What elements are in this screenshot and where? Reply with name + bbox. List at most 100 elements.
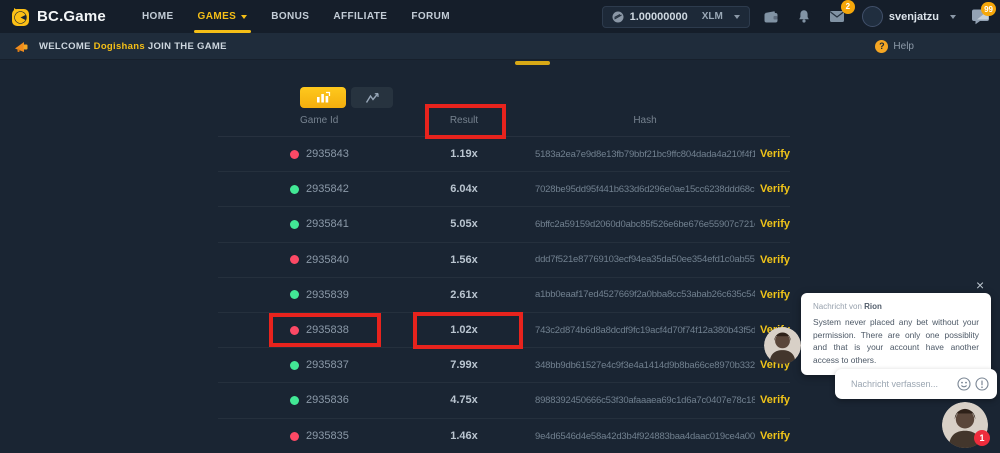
nav-bonus[interactable]: BONUS (271, 0, 309, 33)
chat-launcher-avatar[interactable]: 1 (942, 402, 988, 448)
hash-value: 9e4d6546d4e58a42d3b4f924883baa4daac019ce… (535, 431, 755, 442)
status-dot-icon (290, 255, 299, 264)
balance-currency: XLM (702, 11, 723, 22)
unread-count-badge: 1 (974, 430, 990, 446)
nav-forum[interactable]: FORUM (411, 0, 450, 33)
main-nav: HOME GAMES BONUS AFFILIATE FORUM (142, 0, 450, 33)
chat-badge: 99 (981, 2, 996, 16)
megaphone-icon (14, 40, 29, 53)
header-hash: Hash (535, 115, 755, 126)
notifications-button[interactable] (792, 6, 816, 28)
message-label-text: Nachricht von (813, 302, 862, 311)
coin-icon (612, 11, 624, 23)
status-dot-icon (290, 361, 299, 370)
table-row: 29358364.75x8988392450666c53f30afaaaea69… (218, 383, 790, 418)
table-row: 29358377.99x348bb9db61527e4c9f3e4a1414d9… (218, 348, 790, 383)
message-from-label: Nachricht von Rion (813, 302, 979, 311)
game-id: 2935842 (306, 183, 349, 195)
result-value: 4.75x (393, 394, 535, 406)
chat-message-input[interactable] (851, 379, 957, 389)
announcement-prefix: WELCOME (39, 41, 91, 52)
messages-button[interactable]: 2 (825, 6, 849, 28)
chat-input-bar (835, 369, 997, 399)
game-id-cell: 2935839 (218, 289, 393, 301)
message-body: System never placed any bet without your… (813, 316, 979, 366)
status-dot-icon (290, 185, 299, 194)
bcgame-logo-icon (10, 7, 30, 27)
game-id: 2935837 (306, 359, 349, 371)
brand-name: BC.Game (37, 8, 106, 25)
status-dot-icon (290, 326, 299, 335)
game-id-cell: 2935841 (218, 218, 393, 230)
hash-value: 5183a2ea7e9d8e13fb79bbf21bc9ffc804dada4a… (535, 149, 755, 160)
hash-value: 6bffc2a59159d2060d0abc85f526e6be676e5590… (535, 219, 755, 230)
verify-link[interactable]: Verify (755, 394, 790, 406)
active-tab-indicator (515, 61, 550, 65)
game-id: 2935838 (306, 324, 349, 336)
status-dot-icon (290, 150, 299, 159)
nav-affiliate[interactable]: AFFILIATE (333, 0, 387, 33)
info-icon[interactable] (975, 377, 989, 391)
hash-value: 743c2d874b6d8a8dcdf9fc19acf4d70f74f12a38… (535, 325, 755, 336)
game-id-cell: 2935840 (218, 254, 393, 266)
help-button[interactable]: ? Help (875, 40, 914, 53)
wallet-button[interactable] (759, 6, 783, 28)
announcement-username: Dogishans (94, 41, 145, 52)
hash-value: 348bb9db61527e4c9f3e4a1414d9b8ba66ce8970… (535, 360, 755, 371)
game-id: 2935840 (306, 254, 349, 266)
game-id-cell: 2935837 (218, 359, 393, 371)
game-id: 2935841 (306, 218, 349, 230)
chevron-down-icon (734, 15, 740, 19)
result-value: 1.56x (393, 254, 535, 266)
trend-chart-icon (365, 92, 380, 104)
result-value: 1.19x (393, 148, 535, 160)
nav-home[interactable]: HOME (142, 0, 174, 33)
table-header-row: Game Id Result Hash (218, 105, 790, 137)
mail-badge: 2 (841, 0, 855, 14)
user-menu[interactable]: svenjatzu (862, 6, 956, 27)
nav-games[interactable]: GAMES (198, 0, 248, 33)
header-game-id: Game Id (218, 115, 393, 126)
close-icon[interactable]: × (976, 278, 984, 292)
balance-selector[interactable]: 1.00000000 XLM (602, 6, 750, 28)
chevron-down-icon (950, 15, 956, 19)
username: svenjatzu (889, 11, 939, 23)
verify-link[interactable]: Verify (755, 183, 790, 195)
announcement-suffix: JOIN THE GAME (148, 41, 227, 52)
chat-toggle-button[interactable]: 99 (971, 8, 990, 25)
game-history-table: Game Id Result Hash 2935843 1.19x5183a2ea… (218, 105, 790, 453)
status-dot-icon (290, 396, 299, 405)
verify-link[interactable]: Verify (755, 148, 790, 160)
game-id-cell: 2935836 (218, 394, 393, 406)
verify-link[interactable]: Verify (755, 254, 790, 266)
help-icon: ? (875, 40, 888, 53)
result-value: 1.46x (393, 430, 535, 442)
game-id: 2935843 (306, 148, 349, 160)
status-dot-icon (290, 290, 299, 299)
person-photo-icon (764, 327, 801, 364)
header-result: Result (393, 115, 535, 126)
message-sender-name: Rion (864, 302, 882, 311)
navbar-right: 1.00000000 XLM (602, 6, 990, 28)
input-icons (957, 377, 989, 391)
game-id-cell: 2935835 (218, 430, 393, 442)
emoji-icon[interactable] (957, 377, 971, 391)
balance-amount: 1.00000000 (630, 11, 688, 23)
status-dot-icon (290, 432, 299, 441)
brand-logo[interactable]: BC.Game (10, 7, 106, 27)
game-id-cell: 2935838 (218, 324, 393, 336)
verify-link[interactable]: Verify (755, 218, 790, 230)
verify-link[interactable]: Verify (755, 289, 790, 301)
table-row: 29358351.46x9e4d6546d4e58a42d3b4f924883b… (218, 419, 790, 453)
verify-link[interactable]: Verify (755, 430, 790, 442)
result-value: 1.02x (393, 324, 535, 336)
table-row: 29358415.05x6bffc2a59159d2060d0abc85f526… (218, 207, 790, 242)
table-body: 2935843 1.19x5183a2ea7e9d8e13fb79bbf21bc9… (218, 137, 790, 453)
help-label: Help (893, 41, 914, 52)
hash-value: ddd7f521e87769103ecf94ea35da50ee354efd1c… (535, 254, 755, 265)
top-navbar: BC.Game HOME GAMES BONUS AFFILIATE FORUM… (0, 0, 1000, 33)
nav-games-label: GAMES (198, 11, 237, 22)
game-id-cell: 2935842 (218, 183, 393, 195)
table-row: 2935840 1.56xddd7f521e87769103ecf94ea35da… (218, 243, 790, 278)
chat-message-popup: Nachricht von Rion System never placed a… (801, 293, 991, 375)
